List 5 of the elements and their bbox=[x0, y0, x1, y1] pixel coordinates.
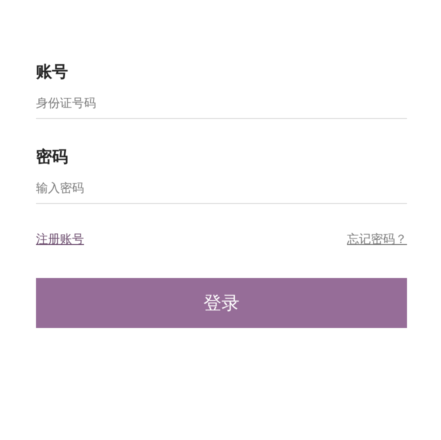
forgot-password-link[interactable]: 忘记密码？ bbox=[347, 230, 407, 248]
register-link[interactable]: 注册账号 bbox=[36, 230, 84, 248]
field-label: 密码 bbox=[36, 146, 69, 168]
field-label: 账号 bbox=[36, 61, 69, 83]
login-button[interactable]: 登录 bbox=[36, 278, 407, 328]
